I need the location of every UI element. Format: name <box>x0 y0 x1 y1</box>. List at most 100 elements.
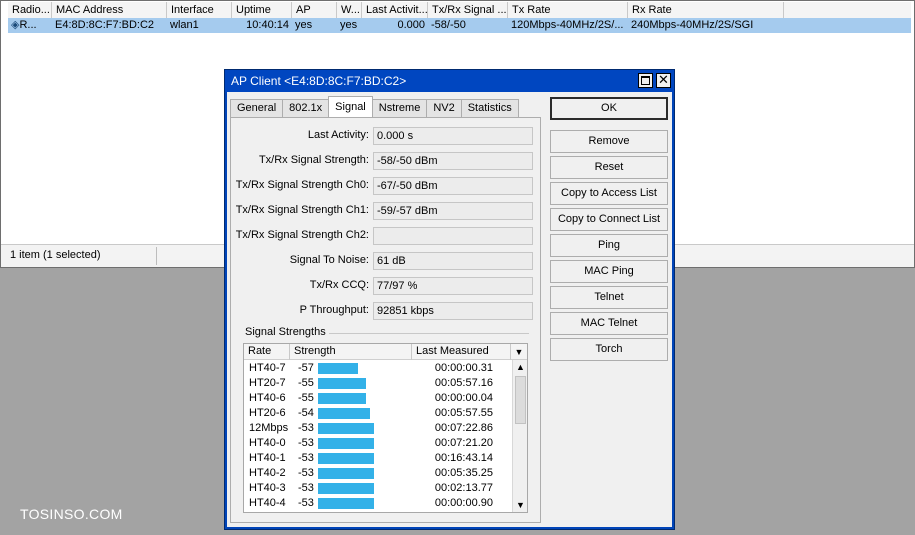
mac-ping-button[interactable]: MAC Ping <box>550 260 668 283</box>
column-chooser-dropdown[interactable]: ▼ <box>511 344 527 360</box>
cell-strength: -55 <box>298 392 314 404</box>
column-header-wds[interactable]: W... <box>337 2 362 19</box>
strength-bar <box>318 393 366 404</box>
vertical-scrollbar[interactable]: ▲ ▼ <box>512 360 527 512</box>
scroll-up-icon[interactable]: ▲ <box>513 360 528 374</box>
cell-rate: HT40-0 <box>249 437 286 449</box>
cell-last-measured: 00:02:13.77 <box>434 482 493 494</box>
telnet-button[interactable]: Telnet <box>550 286 668 309</box>
table-row[interactable]: HT40-3 -53 00:02:13.77 <box>244 481 511 496</box>
dialog-titlebar[interactable]: AP Client <E4:8D:8C:F7:BD:C2> ✕ <box>225 70 674 92</box>
close-icon: ✕ <box>658 72 669 87</box>
tab-general[interactable]: General <box>230 99 284 117</box>
table-row[interactable]: HT40-2 -53 00:05:35.25 <box>244 466 511 481</box>
tab-nv2[interactable]: NV2 <box>426 99 462 117</box>
strength-bar <box>318 408 370 419</box>
signal-strengths-group-label: Signal Strengths <box>245 326 326 338</box>
strength-bar <box>318 423 374 434</box>
column-header-uptime[interactable]: Uptime <box>232 2 292 19</box>
column-header-mac-address[interactable]: MAC Address <box>52 2 167 19</box>
scrollbar-thumb[interactable] <box>515 376 526 424</box>
tab-802-1x[interactable]: 802.1x <box>282 99 330 117</box>
ping-button[interactable]: Ping <box>550 234 668 257</box>
table-row[interactable]: HT40-7 -57 00:00:00.31 <box>244 361 511 376</box>
table-row[interactable]: HT20-6 -54 00:05:57.55 <box>244 406 511 421</box>
field-value[interactable]: -59/-57 dBm <box>373 202 533 220</box>
status-text: 1 item (1 selected) <box>10 249 101 261</box>
tab-nstreme[interactable]: Nstreme <box>371 99 428 117</box>
cell-tx-rx-signal: -58/-50 <box>431 19 466 31</box>
tab-statistics[interactable]: Statistics <box>460 99 519 117</box>
field-label: Tx/Rx Signal Strength: <box>258 154 369 166</box>
status-divider <box>156 247 157 265</box>
cell-last-measured: 00:07:21.20 <box>434 437 493 449</box>
field-value[interactable]: 92851 kbps <box>373 302 533 320</box>
mac-telnet-button[interactable]: MAC Telnet <box>550 312 668 335</box>
cell-ap: yes <box>295 19 313 31</box>
strength-bar <box>318 483 374 494</box>
column-header-last-measured[interactable]: Last Measured <box>412 344 511 360</box>
dialog-body: General 802.1x Signal Nstreme NV2 Statis… <box>227 92 672 527</box>
group-divider <box>329 333 529 334</box>
cell-interface: wlan1 <box>170 19 199 31</box>
strength-bar <box>318 438 374 449</box>
field-value[interactable]: 77/97 % <box>373 277 533 295</box>
maximize-button[interactable] <box>638 73 653 88</box>
table-row[interactable]: HT40-0 -53 00:07:21.20 <box>244 436 511 451</box>
cell-strength: -53 <box>298 467 314 479</box>
column-header-last-activity[interactable]: Last Activit... <box>362 2 428 19</box>
table-row[interactable]: HT40-6 -55 00:00:00.04 <box>244 391 511 406</box>
table-row[interactable]: HT20-7 -55 00:05:57.16 <box>244 376 511 391</box>
cell-rate: HT40-1 <box>249 452 286 464</box>
field-value[interactable]: -67/-50 dBm <box>373 177 533 195</box>
cell-strength: -53 <box>298 452 314 464</box>
cell-rx-rate: 240Mbps-40MHz/2S/SGI <box>631 19 754 31</box>
reset-button[interactable]: Reset <box>550 156 668 179</box>
column-header-ap[interactable]: AP <box>292 2 337 19</box>
column-header-tx-rx-signal[interactable]: Tx/Rx Signal ... <box>428 2 508 19</box>
field-value[interactable]: -58/-50 dBm <box>373 152 533 170</box>
column-header-radio[interactable]: Radio... <box>8 2 52 19</box>
signal-strengths-header: Rate Strength Last Measured <box>244 344 511 360</box>
table-row[interactable]: HT40-4 -53 00:00:00.90 <box>244 496 511 511</box>
tab-bar: General 802.1x Signal Nstreme NV2 Statis… <box>230 96 519 117</box>
copy-to-access-list-button[interactable]: Copy to Access List <box>550 182 668 205</box>
cell-rate: HT40-2 <box>249 467 286 479</box>
table-header: Radio... MAC Address Interface Uptime AP… <box>8 2 911 19</box>
column-header-interface[interactable]: Interface <box>167 2 232 19</box>
copy-to-connect-list-button[interactable]: Copy to Connect List <box>550 208 668 231</box>
tab-signal[interactable]: Signal <box>328 96 373 117</box>
maximize-icon <box>641 76 650 85</box>
cell-rate: HT40-6 <box>249 392 286 404</box>
cell-last-measured: 00:05:57.55 <box>434 407 493 419</box>
cell-last-measured: 00:00:00.31 <box>434 362 493 374</box>
ok-button[interactable]: OK <box>550 97 668 120</box>
column-header-tx-rate[interactable]: Tx Rate <box>508 2 628 19</box>
column-header-rx-rate[interactable]: Rx Rate <box>628 2 784 19</box>
column-header-rate[interactable]: Rate <box>244 344 290 360</box>
strength-bar <box>318 453 374 464</box>
watermark: TOSINSO.COM <box>20 506 123 522</box>
cell-rate: HT40-4 <box>249 497 286 509</box>
field-label: Tx/Rx Signal Strength Ch0: <box>235 179 369 191</box>
cell-radio: ◈R... <box>8 18 52 33</box>
field-value[interactable]: 61 dB <box>373 252 533 270</box>
table-row[interactable]: HT40-1 -53 00:16:43.14 <box>244 451 511 466</box>
ap-client-dialog: AP Client <E4:8D:8C:F7:BD:C2> ✕ General … <box>224 69 675 530</box>
table-row[interactable]: ◈R... E4:8D:8C:F7:BD:C2 wlan1 10:40:14 y… <box>8 18 911 33</box>
cell-radio-text: R... <box>19 19 37 31</box>
strength-bar <box>318 468 374 479</box>
cell-last-measured: 00:00:00.04 <box>434 392 493 404</box>
torch-button[interactable]: Torch <box>550 338 668 361</box>
close-button[interactable]: ✕ <box>656 73 671 88</box>
strength-bar <box>318 498 374 509</box>
field-value[interactable]: 0.000 s <box>373 127 533 145</box>
cell-wds: yes <box>340 19 358 31</box>
field-label: P Throughput: <box>299 304 369 316</box>
scroll-down-icon[interactable]: ▼ <box>513 498 528 512</box>
remove-button[interactable]: Remove <box>550 130 668 153</box>
table-row[interactable]: 12Mbps -53 00:07:22.86 <box>244 421 511 436</box>
field-value[interactable] <box>373 227 533 245</box>
column-header-strength[interactable]: Strength <box>290 344 412 360</box>
cell-last-measured: 00:05:35.25 <box>434 467 493 479</box>
